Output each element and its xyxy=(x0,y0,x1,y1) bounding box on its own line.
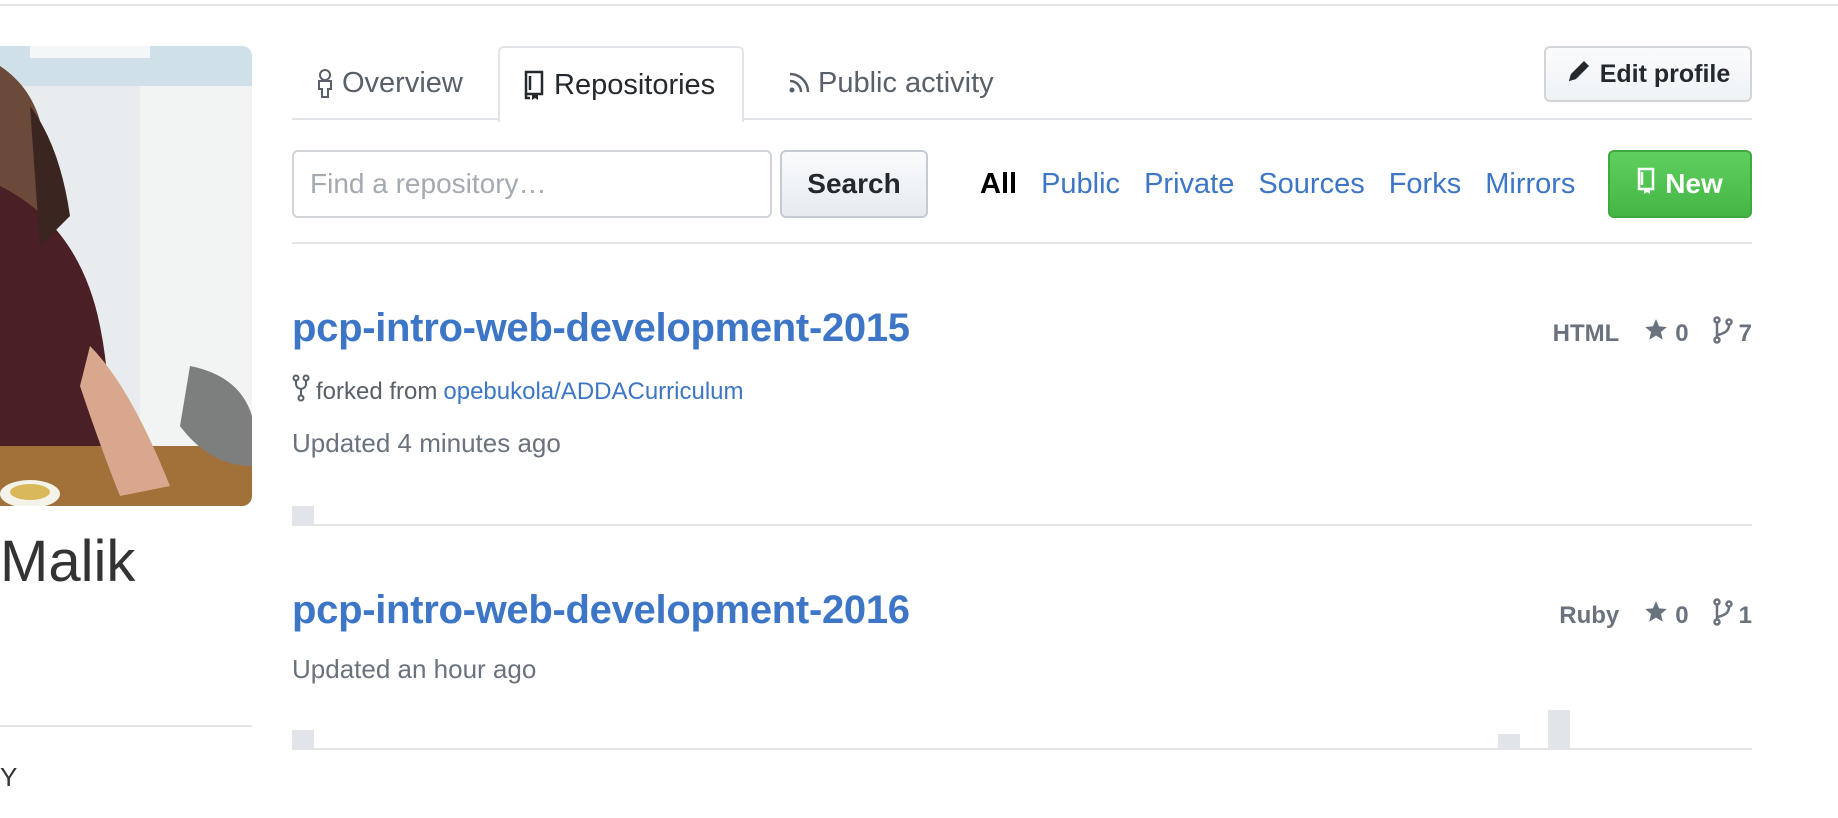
filter-divider xyxy=(292,242,1752,244)
repo-icon xyxy=(1637,167,1657,202)
repository-meta: HTML 0 7 xyxy=(1553,316,1752,351)
filter-public[interactable]: Public xyxy=(1041,168,1120,201)
fork-icon xyxy=(1712,598,1733,633)
activity-graph-bar xyxy=(292,730,314,748)
fork-icon xyxy=(292,374,310,409)
filter-sources[interactable]: Sources xyxy=(1258,168,1364,201)
repository-type-filters: All Public Private Sources Forks Mirrors xyxy=(980,150,1575,218)
fork-icon xyxy=(1712,316,1733,351)
edit-profile-button[interactable]: Edit profile xyxy=(1544,46,1752,102)
left-divider xyxy=(0,725,252,727)
new-repository-button[interactable]: New xyxy=(1608,150,1752,218)
forks-link[interactable]: 7 xyxy=(1712,316,1752,351)
tab-public-activity[interactable]: Public activity xyxy=(764,46,1018,120)
repository-name-link[interactable]: pcp-intro-web-development-2016 xyxy=(292,582,910,638)
avatar-image xyxy=(0,46,252,506)
filter-private[interactable]: Private xyxy=(1144,168,1234,201)
repository-list-item: pcp-intro-web-development-2016 Updated a… xyxy=(292,582,1752,750)
tab-repositories-label: Repositories xyxy=(554,68,716,101)
activity-graph-bar xyxy=(1548,710,1570,748)
profile-tabs: Overview Repositories Public activity xyxy=(292,46,1752,122)
fork-count: 7 xyxy=(1738,319,1752,347)
repository-meta: Ruby 0 1 xyxy=(1559,598,1752,633)
repository-updated-time: Updated an hour ago xyxy=(292,654,537,684)
tab-overview[interactable]: Overview xyxy=(292,46,487,120)
fork-count: 1 xyxy=(1738,601,1752,629)
stargazers-link[interactable]: 0 xyxy=(1643,599,1689,632)
profile-name: Malik xyxy=(0,529,136,594)
edit-profile-label: Edit profile xyxy=(1599,59,1731,88)
activity-graph-bar xyxy=(292,506,314,524)
activity-graph-bar xyxy=(1498,734,1520,748)
repository-updated-time: Updated 4 minutes ago xyxy=(292,428,561,458)
filter-all[interactable]: All xyxy=(980,168,1017,201)
tab-public-activity-label: Public activity xyxy=(818,66,994,99)
forked-from-line: forked from opebukola/ADDACurriculum xyxy=(292,374,744,409)
person-icon xyxy=(316,67,334,99)
repository-language: HTML xyxy=(1552,319,1620,347)
forked-from-link[interactable]: opebukola/ADDACurriculum xyxy=(443,378,743,406)
stargazers-link[interactable]: 0 xyxy=(1643,317,1689,350)
tab-overview-label: Overview xyxy=(342,66,463,99)
tab-repositories[interactable]: Repositories xyxy=(498,46,744,122)
star-count: 0 xyxy=(1675,319,1689,347)
star-icon xyxy=(1643,317,1669,350)
left-bottom-text: Y xyxy=(0,762,18,792)
forks-link[interactable]: 1 xyxy=(1712,598,1752,633)
star-icon xyxy=(1643,599,1669,632)
repo-icon xyxy=(524,70,546,100)
new-button-label: New xyxy=(1665,168,1723,199)
filter-mirrors[interactable]: Mirrors xyxy=(1485,168,1575,201)
filter-forks[interactable]: Forks xyxy=(1389,168,1462,201)
repository-list-item: pcp-intro-web-development-2015 forked fr… xyxy=(292,300,1752,526)
search-button[interactable]: Search xyxy=(780,150,928,218)
repository-name-link[interactable]: pcp-intro-web-development-2015 xyxy=(292,300,910,356)
avatar[interactable] xyxy=(0,46,252,506)
repository-search-input[interactable] xyxy=(292,150,772,218)
forked-from-prefix: forked from xyxy=(316,377,438,405)
top-border xyxy=(0,0,1838,6)
star-count: 0 xyxy=(1675,601,1689,629)
pencil-icon xyxy=(1566,58,1592,91)
repository-language: Ruby xyxy=(1559,601,1620,629)
rss-icon xyxy=(788,72,810,94)
